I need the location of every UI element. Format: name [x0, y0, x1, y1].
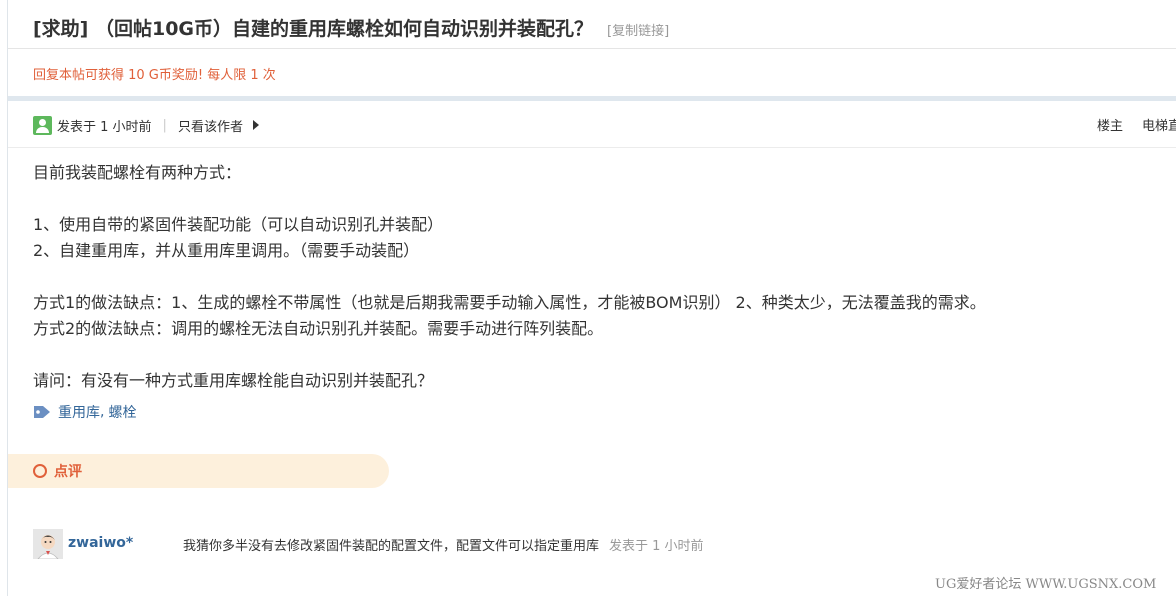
elevator-link[interactable]: 电梯直达	[1142, 115, 1176, 134]
comment-header-label: 点评	[54, 464, 82, 480]
tag-icon	[33, 405, 51, 419]
post-line: 请问：有没有一种方式重用库螺栓能自动识别并装配孔？	[33, 371, 434, 390]
tag-link[interactable]: 螺栓	[108, 402, 136, 422]
comment-time: 发表于 1 小时前	[609, 539, 704, 554]
post-line: 1、使用自带的紧固件装配功能（可以自动识别孔并装配）	[33, 215, 444, 234]
tags-row: 重用库 , 螺栓	[33, 402, 136, 422]
thread-title: [求助] （回帖10G币）自建的重用库螺栓如何自动识别并装配孔？	[33, 18, 594, 40]
user-avatar[interactable]	[33, 529, 63, 559]
post-line-gap	[33, 342, 1163, 368]
post-meta: 发表于 1 小时前 | 只看该作者	[33, 115, 259, 135]
post-line: 2、自建重用库，并从重用库里调用。（需要手动装配）	[33, 241, 420, 260]
left-border	[7, 0, 8, 596]
post-body: 目前我装配螺栓有两种方式： 1、使用自带的紧固件装配功能（可以自动识别孔并装配）…	[33, 160, 1163, 394]
section-band	[8, 96, 1176, 101]
post-time: 发表于 1 小时前	[57, 119, 152, 135]
meta-divider-line	[8, 147, 1176, 148]
header-divider	[8, 48, 1176, 49]
comment-header: 点评	[8, 454, 389, 488]
post-line: 目前我装配螺栓有两种方式：	[33, 163, 242, 182]
online-user-icon	[33, 115, 52, 135]
watermark: UG爱好者论坛 WWW.UGSNX.COM	[935, 577, 1157, 592]
post-line-gap	[33, 264, 1163, 290]
author-only-link[interactable]: 只看该作者	[178, 116, 243, 135]
arrow-right-icon[interactable]	[252, 120, 259, 130]
tag-link[interactable]: 重用库	[58, 402, 100, 422]
reward-notice: 回复本帖可获得 10 G币奖励! 每人限 1 次	[33, 68, 276, 83]
post-line-gap	[33, 186, 1163, 212]
comment-ring-icon	[33, 464, 47, 478]
comment-username[interactable]: zwaiwo*	[68, 535, 133, 551]
comment-text: 我猜你多半没有去修改紧固件装配的配置文件，配置文件可以指定重用库	[183, 539, 600, 554]
title-row: [求助] （回帖10G币）自建的重用库螺栓如何自动识别并装配孔？ [复制链接]	[33, 14, 669, 44]
post-line: 方式1的做法缺点：1、生成的螺栓不带属性（也就是后期我需要手动输入属性，才能被B…	[33, 293, 986, 312]
copy-link[interactable]: [复制链接]	[607, 20, 669, 39]
post-line: 方式2的做法缺点：调用的螺栓无法自动识别孔并装配。需要手动进行阵列装配。	[33, 319, 604, 338]
meta-divider: |	[162, 117, 167, 133]
comment-item: 我猜你多半没有去修改紧固件装配的配置文件，配置文件可以指定重用库 发表于 1 小…	[183, 535, 704, 554]
tag-separator: ,	[100, 404, 105, 420]
floor-label: 楼主	[1097, 119, 1124, 134]
page: [求助] （回帖10G币）自建的重用库螺栓如何自动识别并装配孔？ [复制链接] …	[0, 0, 1176, 596]
